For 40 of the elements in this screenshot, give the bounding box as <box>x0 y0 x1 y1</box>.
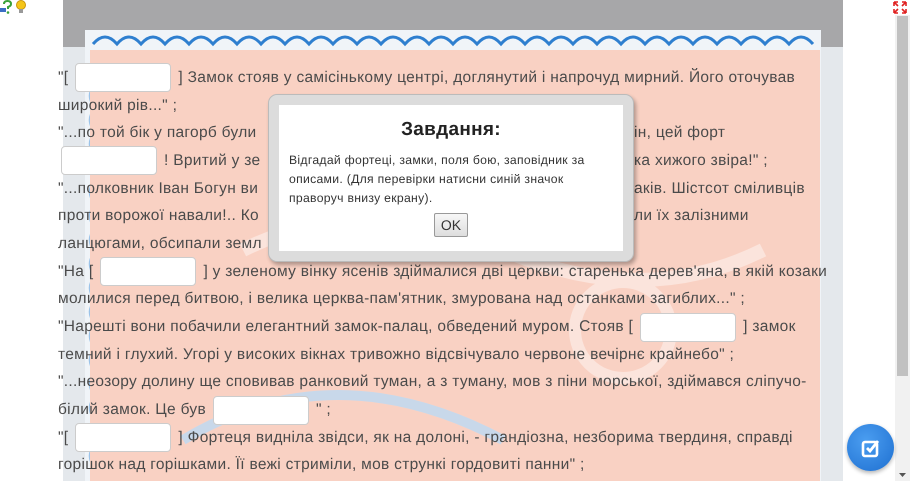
dialog-message: Відгадай фортеці, замки, поля бою, заповідник за описами. (Для перевірки натисни синій значок праворуч внизу екрану). <box>289 152 586 207</box>
answer-field[interactable] <box>61 146 157 176</box>
passage-text: ] у зеленому вінку ясенів здіймалися дві церкви: старенька дерев'яна, в якій козаки <box>203 262 828 281</box>
scrollbar[interactable] <box>895 15 910 481</box>
scroll-down-icon[interactable] <box>897 472 908 478</box>
passage-text: "Нарешті вони побачили елегантний замок-палац, обведений муром. Стояв [ <box>58 318 634 336</box>
answer-field[interactable] <box>213 396 310 425</box>
passage-text: ін, цей форт <box>634 124 726 142</box>
passage-text: широкий рів..." ; <box>58 96 178 115</box>
passage-text: ли їх залізними <box>634 207 749 226</box>
passage-text: "...полковник Іван Богун ви <box>58 180 258 198</box>
passage-text: ] Замок стояв у самісінькому центрі, доглянутий і напрочуд мирний. Його оточував <box>178 68 796 87</box>
help-icon[interactable] <box>0 0 13 14</box>
answer-field[interactable] <box>640 312 736 342</box>
passage-text: горішок над горішками. Її вежі стриміли, мов стрункі гордовиті панни" ; <box>58 456 585 474</box>
passage-text: "[ <box>58 68 68 87</box>
answer-field[interactable] <box>75 63 172 92</box>
checkbox-icon <box>860 438 880 458</box>
passage-text: білий замок. Це був <box>58 401 206 420</box>
passage-text: ланцюгами, обсипали земл <box>58 234 262 253</box>
dialog-title: Завдання: <box>401 119 501 141</box>
answer-field[interactable] <box>100 257 196 286</box>
passage-text: аків. Шістсот сміливців <box>634 180 805 198</box>
check-button[interactable] <box>847 424 894 471</box>
lightbulb-icon[interactable] <box>15 0 27 14</box>
passage-text: "...по той бік у пагорб були <box>58 124 257 142</box>
passage-text: молилися перед битвою, і велика церква-пам'ятник, змурована над останками загиблих..." ; <box>58 290 745 308</box>
answer-field[interactable] <box>75 423 172 452</box>
passage-text: ! Вритий у зе <box>164 152 260 170</box>
passage-text: "На [ <box>58 262 94 281</box>
fullscreen-icon[interactable] <box>893 1 907 14</box>
passage-text: ] замок <box>743 318 796 336</box>
passage-text: ка хижого звіра!" ; <box>634 152 768 170</box>
passage-text: "[ <box>58 428 68 447</box>
passage-text: " ; <box>316 401 332 420</box>
passage-text: "...неозору долину ще сповивав ранковий туман, а з туману, мов з піни морської, здіймався сліпучо- <box>58 373 807 392</box>
passage-text: ] Фортеця виднiла звідси, як на долоні, - грандіозна, незборима твердиня, справді <box>178 428 793 447</box>
ok-button[interactable]: OK <box>434 213 468 237</box>
passage-text: проти ворожої навали!.. Ко <box>58 207 259 226</box>
passage-text: темний і глухий. Угорі у високих вікнах тривожно відсвічувало червоне вечірнє крайнебо" ; <box>58 346 734 364</box>
